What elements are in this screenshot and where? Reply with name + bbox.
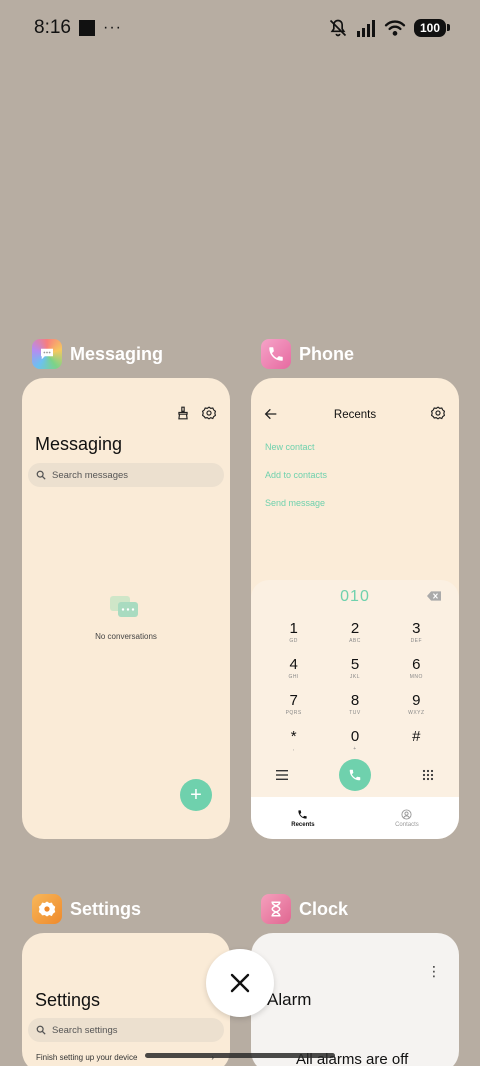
- handset-icon: [349, 769, 361, 781]
- messaging-toolbar: [176, 406, 216, 420]
- search-input[interactable]: Search settings: [28, 1018, 224, 1042]
- battery-indicator: 100: [413, 19, 451, 37]
- empty-conversations-icon: [110, 596, 138, 617]
- phone-bottom-nav: Recents Contacts: [251, 797, 459, 839]
- dialpad: 010 1 GD 2 ABC 3 DEF 4 GHI 5 JKL 6 MNO 7 PQRS 8…: [251, 580, 459, 797]
- dial-key[interactable]: 8 TUV: [324, 692, 385, 724]
- clock-icon[interactable]: [261, 894, 291, 924]
- status-left: 8:16 ···: [34, 17, 122, 39]
- gear-icon[interactable]: [431, 406, 445, 420]
- mute-bell-icon: [329, 19, 347, 37]
- person-circle-icon: [401, 808, 412, 820]
- home-indicator[interactable]: [145, 1053, 335, 1058]
- phone-icon[interactable]: [261, 339, 291, 369]
- new-message-button[interactable]: +: [180, 779, 212, 811]
- dialpad-grid-icon[interactable]: [422, 769, 434, 781]
- dial-key[interactable]: *,: [263, 728, 324, 760]
- call-button[interactable]: [338, 759, 371, 791]
- backspace-icon[interactable]: [427, 591, 441, 601]
- search-input[interactable]: Search messages: [28, 463, 224, 487]
- dial-key[interactable]: 0 +: [324, 728, 385, 760]
- dial-key[interactable]: 6 MNO: [386, 656, 447, 688]
- clear-all-button[interactable]: [206, 949, 274, 1017]
- dial-actions: [251, 757, 459, 793]
- dial-key[interactable]: 7 PQRS: [263, 692, 324, 724]
- chat-bubble-icon: [41, 348, 53, 360]
- tab-recents[interactable]: Recents: [291, 809, 315, 828]
- more-notifications-icon: ···: [102, 19, 122, 36]
- add-to-contacts-link[interactable]: Add to contacts: [265, 470, 327, 480]
- send-message-link[interactable]: Send message: [265, 498, 325, 508]
- app-label-clock: Clock: [299, 898, 349, 919]
- dial-key[interactable]: 1 GD: [263, 620, 324, 652]
- page-title: Alarm: [267, 990, 312, 1009]
- more-options-icon[interactable]: ⋮: [427, 963, 441, 980]
- recent-card-settings[interactable]: Settings Search settings Finish setting …: [22, 933, 230, 1066]
- gear-icon[interactable]: [202, 406, 216, 420]
- app-header-messaging[interactable]: Messaging: [32, 339, 163, 369]
- recent-card-phone[interactable]: Recents New contact Add to contacts Send…: [251, 378, 459, 839]
- messaging-icon[interactable]: [32, 339, 62, 369]
- search-icon: [36, 470, 46, 480]
- close-icon: [230, 973, 250, 993]
- dial-key[interactable]: 3 DEF: [386, 620, 447, 652]
- tab-contacts-label: Contacts: [395, 821, 419, 828]
- page-title: Settings: [35, 990, 101, 1010]
- hourglass-icon: [271, 901, 281, 917]
- dial-key[interactable]: 5 JKL: [324, 656, 385, 688]
- notification-square-icon: [78, 20, 95, 36]
- plus-icon: +: [190, 783, 202, 806]
- settings-icon[interactable]: [32, 894, 62, 924]
- dial-key[interactable]: 4 GHI: [263, 656, 324, 688]
- handset-icon: [269, 347, 283, 361]
- search-icon: [36, 1025, 46, 1035]
- keypad-grid: 1 GD 2 ABC 3 DEF 4 GHI 5 JKL 6 MNO 7 PQRS 8 TUV …: [263, 620, 447, 760]
- search-placeholder: Search messages: [52, 469, 129, 481]
- app-header-phone[interactable]: Phone: [261, 339, 354, 369]
- handset-icon: [298, 809, 308, 819]
- menu-icon[interactable]: [276, 770, 289, 780]
- empty-state-text: No conversations: [95, 632, 157, 641]
- app-label-settings: Settings: [70, 898, 142, 919]
- status-right: 100: [328, 18, 451, 38]
- app-label-messaging: Messaging: [70, 343, 164, 364]
- status-time: 8:16: [34, 17, 71, 38]
- clean-brush-icon[interactable]: [176, 406, 190, 420]
- dial-key[interactable]: 2 ABC: [324, 620, 385, 652]
- signal-icon: [356, 20, 375, 37]
- wifi-icon: [384, 20, 406, 36]
- page-title: Recents: [333, 409, 377, 421]
- page-title: Messaging: [35, 434, 123, 454]
- tab-recents-label: Recents: [291, 821, 315, 828]
- app-header-settings[interactable]: Settings: [32, 894, 141, 924]
- setup-row-label: Finish setting up your device: [36, 1053, 138, 1062]
- recent-card-messaging[interactable]: Messaging Search messages No conversatio…: [22, 378, 230, 839]
- recent-card-clock[interactable]: ⋮ Alarm All alarms are off: [251, 933, 459, 1066]
- gear-icon: [38, 901, 56, 917]
- app-header-clock[interactable]: Clock: [261, 894, 348, 924]
- status-bar: 8:16 ··· 100: [0, 0, 480, 56]
- dial-key[interactable]: #: [386, 728, 447, 760]
- dial-key[interactable]: 9 WXYZ: [386, 692, 447, 724]
- new-contact-link[interactable]: New contact: [265, 442, 315, 452]
- app-label-phone: Phone: [299, 343, 355, 364]
- search-placeholder: Search settings: [52, 1024, 118, 1036]
- tab-contacts[interactable]: Contacts: [395, 808, 419, 828]
